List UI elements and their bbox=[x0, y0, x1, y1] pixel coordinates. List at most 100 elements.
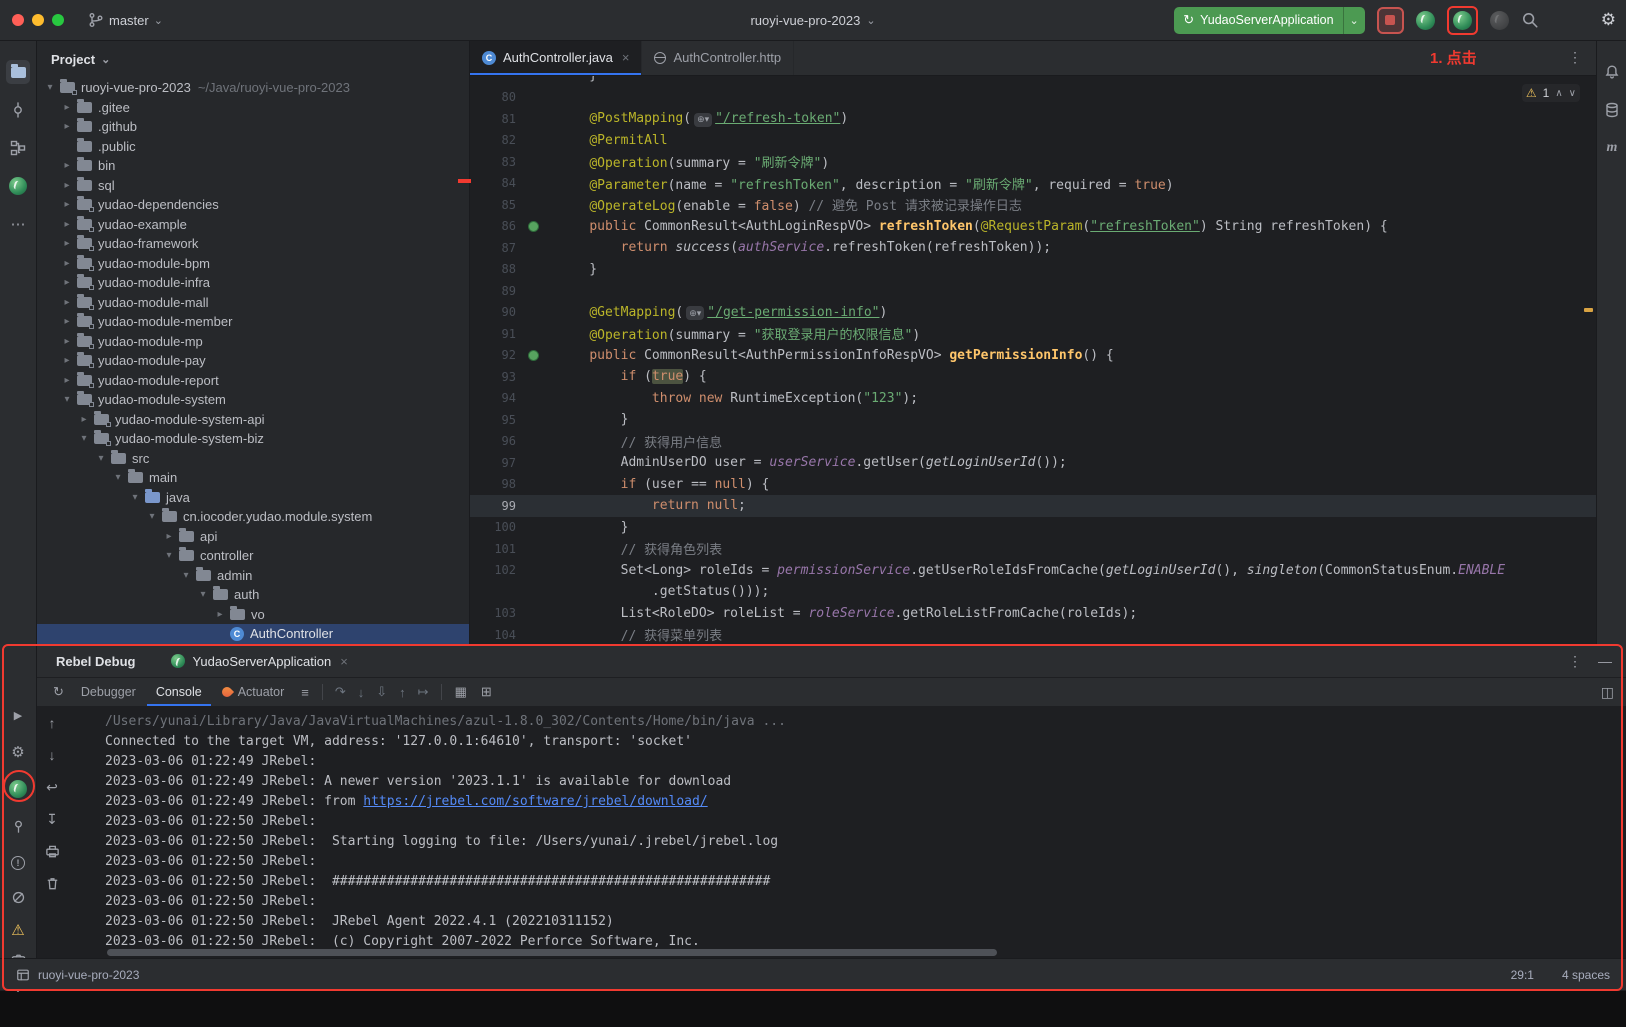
tree-item[interactable]: ▸yudao-example bbox=[37, 215, 469, 235]
chevron-expanded-icon[interactable]: ▾ bbox=[145, 511, 159, 522]
code-area[interactable]: }8081 @PostMapping(⊕▾"/refresh-token")82… bbox=[470, 76, 1596, 645]
stop-button[interactable] bbox=[1377, 7, 1404, 34]
services-tool-button[interactable]: ⚙ bbox=[6, 740, 30, 764]
tree-item[interactable]: ▾admin bbox=[37, 566, 469, 586]
tab-debugger[interactable]: Debugger bbox=[72, 678, 145, 706]
tab-console[interactable]: Console bbox=[147, 678, 211, 706]
chevron-collapsed-icon[interactable]: ▸ bbox=[60, 316, 74, 327]
chevron-collapsed-icon[interactable]: ▸ bbox=[60, 297, 74, 308]
clear-console-icon[interactable] bbox=[41, 872, 63, 894]
chevron-expanded-icon[interactable]: ▾ bbox=[179, 570, 193, 581]
maven-tool-button[interactable]: m bbox=[1600, 136, 1624, 160]
chevron-collapsed-icon[interactable]: ▸ bbox=[60, 121, 74, 132]
mute-breakpoints-button[interactable] bbox=[6, 885, 30, 909]
tree-item[interactable]: ▾controller bbox=[37, 546, 469, 566]
chevron-collapsed-icon[interactable]: ▸ bbox=[60, 102, 74, 113]
zoom-window-button[interactable] bbox=[52, 14, 64, 26]
jrebel-debug-icon[interactable] bbox=[1453, 11, 1472, 30]
branch-widget[interactable]: master ⌄ bbox=[88, 12, 163, 28]
tree-item[interactable]: ▾java bbox=[37, 488, 469, 508]
chevron-collapsed-icon[interactable]: ▸ bbox=[77, 414, 91, 425]
tree-item[interactable]: ▾main bbox=[37, 468, 469, 488]
chevron-down-icon[interactable]: ⌄ bbox=[1344, 14, 1365, 27]
chevron-collapsed-icon[interactable]: ▸ bbox=[60, 160, 74, 171]
jrebel-icon[interactable] bbox=[1416, 11, 1435, 30]
close-session-icon[interactable]: × bbox=[340, 654, 348, 669]
layout-menu-icon[interactable]: ≡ bbox=[295, 685, 315, 700]
chevron-collapsed-icon[interactable]: ▸ bbox=[60, 336, 74, 347]
tab-actuator[interactable]: Actuator bbox=[213, 678, 294, 706]
tree-item[interactable]: ▸bin bbox=[37, 156, 469, 176]
more-options-icon[interactable]: ⋮ bbox=[1568, 653, 1582, 670]
tree-item[interactable]: ▸yudao-module-infra bbox=[37, 273, 469, 293]
tree-item[interactable]: ▾ruoyi-vue-pro-2023~/Java/ruoyi-vue-pro-… bbox=[37, 78, 469, 98]
structure-tool-button[interactable] bbox=[6, 136, 30, 160]
tab-options-icon[interactable]: ⋮ bbox=[1568, 49, 1582, 66]
force-step-into-icon[interactable]: ⇩ bbox=[371, 684, 392, 700]
settings-gear-icon[interactable]: ⚙ bbox=[1601, 10, 1616, 30]
indent-widget[interactable]: 4 spaces bbox=[1562, 968, 1610, 982]
next-issue-icon[interactable]: ∨ bbox=[1569, 88, 1576, 99]
jrebel-gutter-icon[interactable] bbox=[528, 350, 539, 361]
minimize-window-button[interactable] bbox=[32, 14, 44, 26]
rebel-debug-tool-button[interactable] bbox=[6, 777, 30, 801]
inspections-widget[interactable]: ⚠ 1 ∧ ∨ bbox=[1522, 84, 1580, 102]
url-inlay-icon[interactable]: ⊕▾ bbox=[686, 306, 704, 320]
commit-tool-button[interactable] bbox=[6, 98, 30, 122]
chevron-expanded-icon[interactable]: ▾ bbox=[60, 394, 74, 405]
chevron-expanded-icon[interactable]: ▾ bbox=[162, 550, 176, 561]
tree-item[interactable]: ▸yudao-module-member bbox=[37, 312, 469, 332]
more-tool-windows-button[interactable]: ⋯ bbox=[6, 212, 30, 236]
project-switcher[interactable]: ruoyi-vue-pro-2023 ⌄ bbox=[750, 13, 875, 28]
scrollbar-warning-mark[interactable] bbox=[1584, 308, 1593, 312]
caret-position-widget[interactable]: 29:1 bbox=[1511, 968, 1534, 982]
chevron-collapsed-icon[interactable]: ▸ bbox=[60, 180, 74, 191]
jrebel-tool-button[interactable] bbox=[6, 174, 30, 198]
chevron-collapsed-icon[interactable]: ▸ bbox=[60, 219, 74, 230]
tree-item[interactable]: ▾yudao-module-system-biz bbox=[37, 429, 469, 449]
layout-settings-icon[interactable]: ◫ bbox=[1601, 684, 1614, 701]
tree-item[interactable]: ▸yudao-module-mall bbox=[37, 293, 469, 313]
rerun-debug-icon[interactable]: ↻ bbox=[47, 684, 70, 700]
problems-tool-button[interactable]: ! bbox=[6, 851, 30, 875]
database-tool-button[interactable] bbox=[1600, 98, 1624, 122]
tree-item[interactable]: ▸.github bbox=[37, 117, 469, 137]
tree-item[interactable]: ▸yudao-dependencies bbox=[37, 195, 469, 215]
close-window-button[interactable] bbox=[12, 14, 24, 26]
soft-wrap-icon[interactable]: ↩ bbox=[41, 776, 63, 798]
close-tab-icon[interactable]: × bbox=[622, 50, 630, 65]
chevron-collapsed-icon[interactable]: ▸ bbox=[60, 375, 74, 386]
up-stack-trace-icon[interactable]: ↑ bbox=[41, 712, 63, 734]
chevron-collapsed-icon[interactable]: ▸ bbox=[60, 199, 74, 210]
tree-item[interactable]: ▸yudao-module-system-api bbox=[37, 410, 469, 430]
bookmarks-tool-button[interactable] bbox=[6, 814, 30, 838]
jrebel-gutter-icon[interactable] bbox=[528, 221, 539, 232]
chevron-collapsed-icon[interactable]: ▸ bbox=[60, 238, 74, 249]
warnings-tool-button[interactable]: ⚠ bbox=[6, 918, 30, 942]
prev-issue-icon[interactable]: ∧ bbox=[1555, 88, 1562, 99]
chevron-expanded-icon[interactable]: ▾ bbox=[43, 82, 57, 93]
project-panel-header[interactable]: Project ⌄ bbox=[37, 40, 469, 78]
tree-item[interactable]: ▾yudao-module-system bbox=[37, 390, 469, 410]
chevron-collapsed-icon[interactable]: ▸ bbox=[60, 258, 74, 269]
tree-item[interactable]: ▸yudao-module-report bbox=[37, 371, 469, 391]
chevron-expanded-icon[interactable]: ▾ bbox=[128, 492, 142, 503]
tree-item[interactable]: ▸yudao-framework bbox=[37, 234, 469, 254]
chevron-collapsed-icon[interactable]: ▸ bbox=[162, 531, 176, 542]
run-tool-button[interactable]: ▶ bbox=[6, 703, 30, 727]
project-tool-button[interactable] bbox=[6, 60, 30, 84]
tree-item[interactable]: ▸sql bbox=[37, 176, 469, 196]
chevron-expanded-icon[interactable]: ▾ bbox=[77, 433, 91, 444]
chevron-expanded-icon[interactable]: ▾ bbox=[111, 472, 125, 483]
hide-panel-icon[interactable]: — bbox=[1598, 653, 1612, 670]
chevron-expanded-icon[interactable]: ▾ bbox=[196, 589, 210, 600]
tree-item[interactable]: ▾src bbox=[37, 449, 469, 469]
tree-item[interactable]: ▸yudao-module-pay bbox=[37, 351, 469, 371]
tree-item[interactable]: ▸vo bbox=[37, 605, 469, 625]
console-horizontal-scrollbar[interactable] bbox=[107, 949, 997, 956]
step-into-icon[interactable]: ↓ bbox=[353, 685, 370, 700]
tree-item[interactable]: ▾auth bbox=[37, 585, 469, 605]
notifications-button[interactable] bbox=[1600, 60, 1624, 84]
chevron-collapsed-icon[interactable]: ▸ bbox=[60, 277, 74, 288]
tree-item[interactable]: ▸api bbox=[37, 527, 469, 547]
